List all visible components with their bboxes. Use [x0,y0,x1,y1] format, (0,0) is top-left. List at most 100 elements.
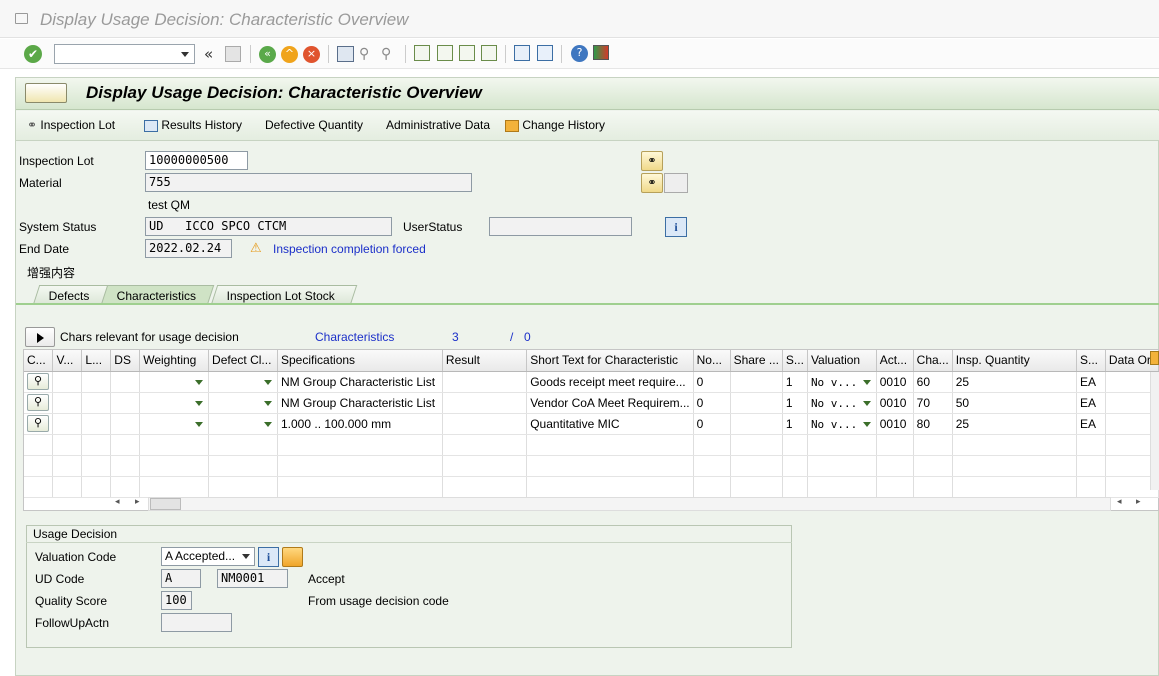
col-header[interactable]: Short Text for Characteristic [526,350,694,372]
chevron-down-icon[interactable] [181,52,189,57]
column-settings-icon[interactable] [1150,351,1159,365]
prev-page-icon[interactable] [437,45,453,61]
characteristic-cell[interactable]: 60 [913,371,953,393]
activity-cell[interactable]: 0010 [876,392,914,414]
material-document-icon[interactable] [664,173,688,193]
short-text-cell[interactable]: Vendor CoA Meet Requirem... [526,392,694,414]
tab-inspection-lot-stock[interactable]: Inspection Lot Stock [210,285,358,305]
share-cell[interactable] [730,413,783,435]
inspection-lot-button[interactable]: ⚭ Inspection Lot [27,118,115,132]
cell[interactable] [81,392,112,414]
short-text-cell[interactable]: Goods receipt meet require... [526,371,694,393]
user-status-field[interactable] [489,217,632,236]
col-header[interactable]: L... [81,350,112,372]
info-icon[interactable]: i [665,217,687,237]
chevron-down-icon[interactable] [862,421,871,427]
table-row-empty[interactable] [24,434,1159,456]
valuation-cell[interactable]: No v... [807,392,877,414]
row-detail-cell[interactable]: ⚲ [24,413,54,435]
specifications-cell[interactable]: 1.000 .. 100.000 mm [277,413,443,435]
valuation-info-icon[interactable]: i [258,547,279,567]
no-cell[interactable]: 0 [693,392,731,414]
col-header[interactable]: Valuation [807,350,877,372]
row-detail-cell[interactable]: ⚲ [24,371,54,393]
chevron-down-icon[interactable] [195,379,204,385]
insp-quantity-cell[interactable]: 25 [952,413,1077,435]
specifications-cell[interactable]: NM Group Characteristic List [277,371,443,393]
end-date-field[interactable]: 2022.02.24 [145,239,232,258]
check-icon[interactable]: ✔ [24,45,42,63]
activity-cell[interactable]: 0010 [876,413,914,435]
administrative-data-button[interactable]: Administrative Data [386,118,490,132]
table-row-empty[interactable] [24,476,1159,498]
defect-class-cell[interactable] [208,413,278,435]
result-cell[interactable] [442,371,528,393]
back-icon[interactable]: « [259,46,276,63]
weighting-cell[interactable] [139,392,210,414]
s-cell[interactable]: 1 [782,413,808,435]
chevron-down-icon[interactable] [264,421,272,427]
col-header[interactable]: C... [24,350,54,372]
help-icon[interactable]: ? [571,45,588,62]
menu-exit-icon[interactable] [15,13,28,24]
col-header[interactable]: Share ... [730,350,783,372]
magnifier-icon[interactable]: ⚲ [27,394,49,411]
scroll-right-icon[interactable]: ▸ [1136,497,1141,507]
s-cell[interactable]: 1 [782,371,808,393]
horizontal-scrollbar-right[interactable]: ▸ [135,497,140,507]
command-field[interactable] [54,44,195,64]
chevron-down-icon[interactable] [264,379,272,385]
col-header[interactable]: DS [110,350,141,372]
col-header[interactable]: S... [782,350,808,372]
chevron-down-icon[interactable] [195,400,204,406]
chevron-down-icon[interactable] [264,400,272,406]
layout-menu-icon[interactable] [25,83,67,103]
col-header[interactable]: Insp. Quantity [952,350,1077,372]
no-cell[interactable]: 0 [693,413,731,435]
next-page-icon[interactable] [459,45,475,61]
chevron-down-icon[interactable] [242,554,250,559]
weighting-cell[interactable] [139,371,210,393]
scroll-left-icon[interactable]: ◂ [1117,497,1122,507]
chevron-down-icon[interactable] [195,421,204,427]
cell[interactable] [81,413,112,435]
print-icon[interactable] [337,46,354,62]
followup-field[interactable] [161,613,232,632]
activity-cell[interactable]: 0010 [876,371,914,393]
horizontal-scrollbar-left[interactable]: ◂ [115,497,120,507]
magnifier-icon[interactable]: ⚲ [27,373,49,390]
share-cell[interactable] [730,392,783,414]
cell[interactable] [110,392,141,414]
new-session-icon[interactable] [514,45,530,61]
first-page-icon[interactable] [414,45,430,61]
chevron-down-icon[interactable] [862,379,871,385]
inspection-lot-field[interactable]: 10000000500 [145,151,248,170]
s-cell[interactable]: 1 [782,392,808,414]
col-header[interactable]: Defect Cl... [208,350,278,372]
results-history-button[interactable]: Results History [144,118,242,132]
row-detail-cell[interactable]: ⚲ [24,392,54,414]
scrollbar-thumb[interactable] [150,498,181,510]
cell[interactable] [110,413,141,435]
find-icon[interactable]: ⚲ [359,46,369,62]
expand-button[interactable] [25,327,55,347]
weighting-cell[interactable] [139,413,210,435]
magnifier-icon[interactable]: ⚲ [27,415,49,432]
unit-cell[interactable]: EA [1076,413,1106,435]
table-row-empty[interactable] [24,455,1159,477]
insp-quantity-cell[interactable]: 25 [952,371,1077,393]
col-header[interactable]: Cha... [913,350,953,372]
ud-code-group-field[interactable]: NM0001 [217,569,288,588]
save-icon[interactable] [225,46,241,62]
last-page-icon[interactable] [481,45,497,61]
cell[interactable] [52,413,83,435]
cell[interactable] [110,371,141,393]
horizontal-scrollbar[interactable] [148,497,1111,511]
valuation-code-select[interactable]: A Accepted... [161,547,255,566]
cell[interactable] [52,392,83,414]
col-header[interactable]: No... [693,350,731,372]
change-history-button[interactable]: Change History [505,118,605,132]
col-header[interactable]: S... [1076,350,1106,372]
quality-score-field[interactable]: 100 [161,591,192,610]
unit-cell[interactable]: EA [1076,371,1106,393]
